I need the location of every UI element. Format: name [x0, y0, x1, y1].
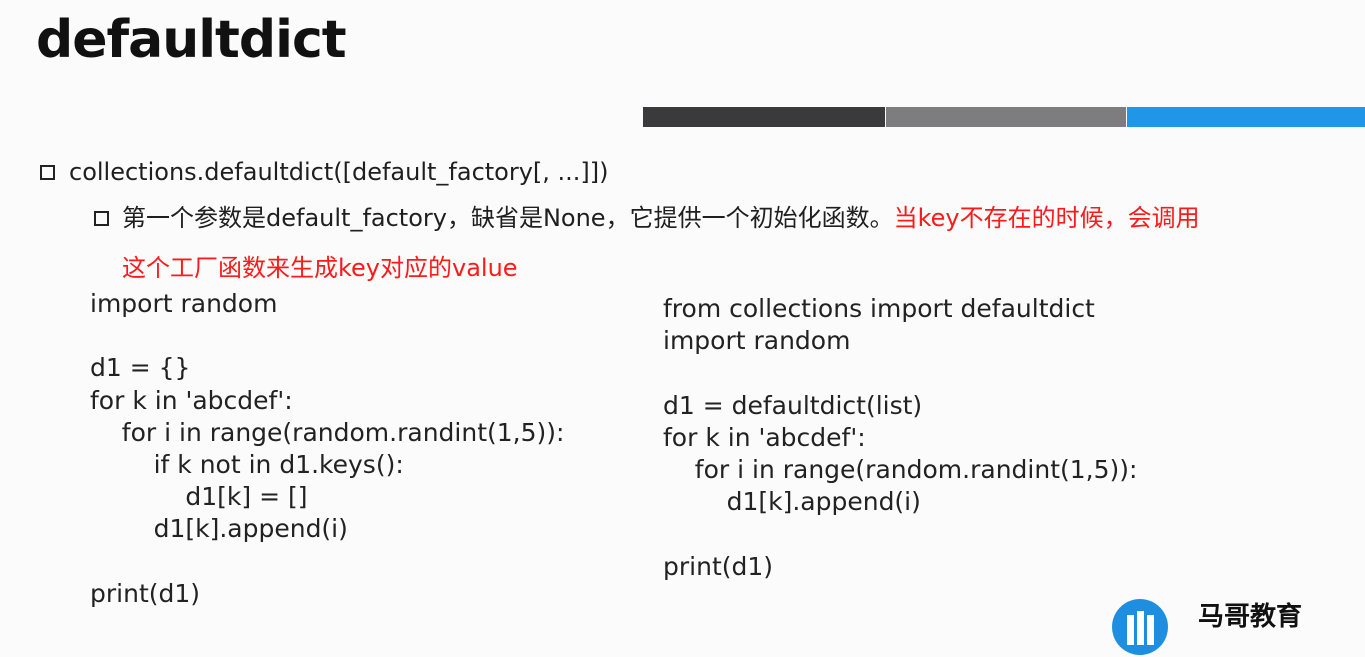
code-line: d1[k] = [] — [90, 482, 308, 512]
header-bar-blue — [1127, 107, 1365, 127]
code-line: for i in range(random.randint(1,5)): — [90, 417, 565, 447]
code-line: d1 = defaultdict(list) — [663, 390, 923, 420]
bullet-square-icon — [94, 211, 109, 226]
code-line: import random — [90, 289, 278, 318]
code-line: print(d1) — [663, 551, 774, 581]
slide-title: defaultdict — [36, 10, 347, 70]
brand-name: 马哥教育 — [1198, 602, 1303, 632]
code-line: d1[k].append(i) — [90, 514, 348, 544]
bullet-square-icon — [40, 165, 55, 180]
header-bar-dark — [643, 107, 885, 127]
code-line: for k in 'abcdef': — [90, 385, 293, 415]
brand-logo-icon — [1112, 599, 1168, 655]
bullet-2-highlight-b: 这个工厂函数来生成key对应的value — [122, 254, 518, 282]
bullet-1-text: collections.defaultdict([default_factory… — [69, 158, 609, 186]
code-line: from collections import defaultdict — [663, 294, 1095, 323]
code-line: for i in range(random.randint(1,5)): — [663, 455, 1138, 484]
code-line: for k in 'abcdef': — [663, 422, 866, 452]
bullet-2-highlight-a: 当key不存在的时候，会调用 — [893, 204, 1200, 232]
code-line: import random — [663, 326, 851, 356]
code-line: if k not in d1.keys(): — [90, 450, 404, 479]
code-line: d1 = {} — [90, 353, 191, 383]
code-line: print(d1) — [90, 578, 201, 608]
code-line: d1[k].append(i) — [663, 487, 921, 517]
bullet-2-plain: 第一个参数是default_factory，缺省是None，它提供一个初始化函数… — [122, 204, 894, 232]
bullet-2-text: 第一个参数是default_factory，缺省是None，它提供一个初始化函数… — [122, 202, 1200, 234]
header-bar-gray — [886, 107, 1126, 127]
